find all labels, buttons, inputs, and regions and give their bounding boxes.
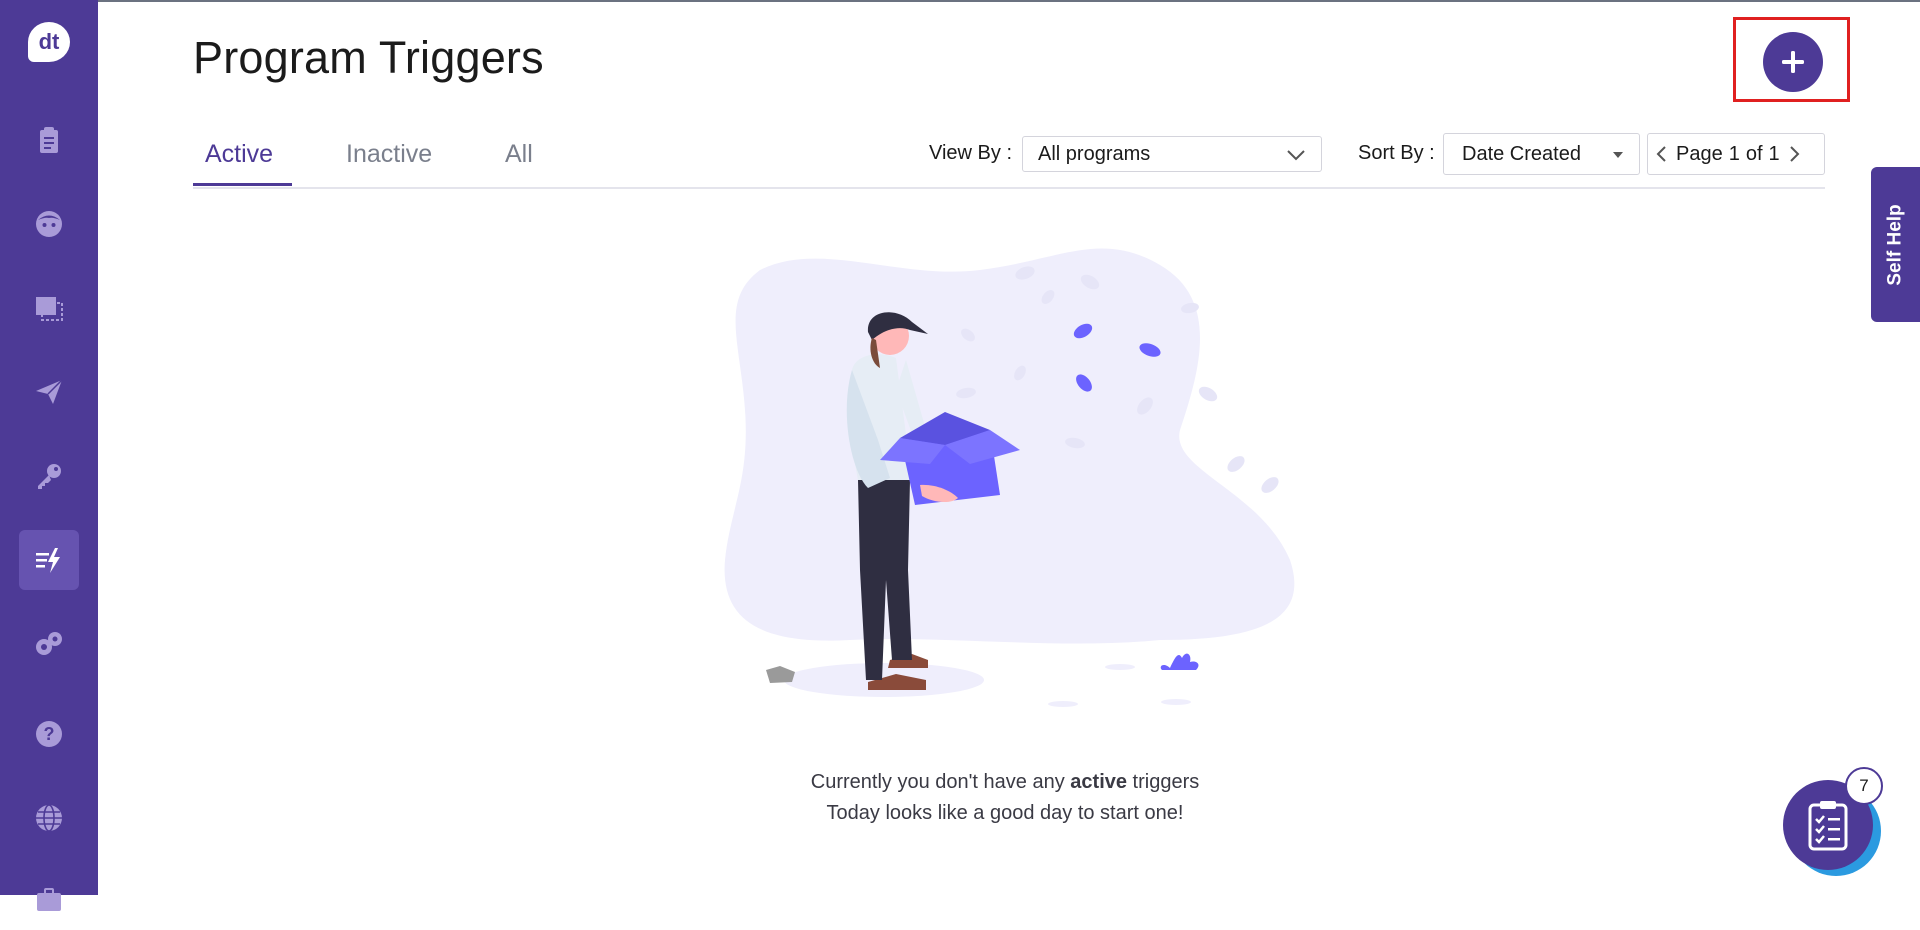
view-by-label: View By : bbox=[929, 142, 1012, 164]
sort-by-label: Sort By : bbox=[1358, 142, 1435, 164]
view-by-value: All programs bbox=[1038, 142, 1151, 165]
face-icon bbox=[36, 211, 62, 237]
page-total: 1 bbox=[1768, 142, 1780, 165]
app-logo-text: dt bbox=[38, 29, 60, 54]
empty-state-line-2: Today looks like a good day to start one… bbox=[826, 802, 1184, 824]
empty-state-prefix: Currently you don't have any bbox=[810, 771, 1071, 793]
sidebar-item-screens[interactable] bbox=[19, 278, 79, 338]
puzzle-icon bbox=[36, 632, 62, 655]
next-page-button[interactable] bbox=[1780, 134, 1808, 174]
empty-state-illustration bbox=[724, 248, 1295, 707]
checklist-count-badge: 7 bbox=[1845, 767, 1883, 805]
page-indicator: Page 1 of 1 bbox=[1676, 143, 1780, 166]
checklist-icon bbox=[1808, 801, 1848, 851]
sidebar-item-triggers[interactable] bbox=[19, 530, 79, 590]
briefcase-icon bbox=[37, 888, 61, 911]
empty-state-line-1: Currently you don't have any active trig… bbox=[700, 767, 1310, 798]
sidebar-item-access[interactable] bbox=[19, 446, 79, 506]
window-top-border bbox=[0, 0, 1920, 2]
paper-plane-icon bbox=[36, 379, 63, 404]
globe-icon bbox=[36, 804, 62, 832]
empty-state-emphasis: active bbox=[1070, 771, 1127, 793]
add-trigger-button[interactable] bbox=[1763, 32, 1823, 92]
sort-by-value: Date Created bbox=[1462, 142, 1581, 165]
prev-page-button[interactable] bbox=[1648, 134, 1676, 174]
clipboard-icon bbox=[40, 127, 58, 153]
view-by-select[interactable]: All programs bbox=[1022, 136, 1322, 172]
sidebar-item-workspace[interactable] bbox=[19, 870, 79, 930]
app-logo[interactable]: dt bbox=[28, 22, 70, 62]
self-help-label: Self Help bbox=[1884, 203, 1906, 286]
chevron-right-icon bbox=[1789, 146, 1800, 162]
empty-state-message: Currently you don't have any active trig… bbox=[700, 767, 1310, 829]
chevron-left-icon bbox=[1656, 146, 1666, 162]
caret-down-icon bbox=[1613, 152, 1623, 158]
sidebar-item-language[interactable] bbox=[19, 788, 79, 848]
chevron-down-icon bbox=[1287, 150, 1305, 161]
page-current: 1 bbox=[1728, 142, 1740, 165]
page-label: Page bbox=[1676, 142, 1723, 165]
sidebar-item-surveys[interactable] bbox=[19, 110, 79, 170]
select-screen-icon bbox=[36, 297, 63, 321]
sidebar-item-help[interactable]: ? bbox=[19, 704, 79, 764]
key-icon bbox=[38, 464, 61, 489]
sort-by-select[interactable]: Date Created bbox=[1443, 133, 1640, 175]
page-of-label: of bbox=[1745, 142, 1763, 165]
sidebar-item-distribute[interactable] bbox=[19, 362, 79, 422]
tab-all[interactable]: All bbox=[505, 140, 533, 169]
tab-active[interactable]: Active bbox=[205, 140, 273, 169]
sidebar: dt ? bbox=[0, 0, 98, 911]
plus-icon bbox=[1782, 51, 1804, 73]
tab-inactive[interactable]: Inactive bbox=[346, 140, 432, 169]
pagination: Page 1 of 1 bbox=[1647, 133, 1825, 175]
svg-text:?: ? bbox=[44, 724, 55, 744]
self-help-tab[interactable]: Self Help bbox=[1871, 167, 1920, 322]
sidebar-item-people[interactable] bbox=[19, 194, 79, 254]
sidebar-item-integrations[interactable] bbox=[19, 614, 79, 674]
tab-active-indicator bbox=[193, 183, 292, 186]
empty-state-suffix: triggers bbox=[1127, 771, 1200, 793]
help-icon: ? bbox=[36, 721, 62, 747]
page-title: Program Triggers bbox=[193, 32, 544, 83]
triggers-icon bbox=[36, 548, 60, 573]
